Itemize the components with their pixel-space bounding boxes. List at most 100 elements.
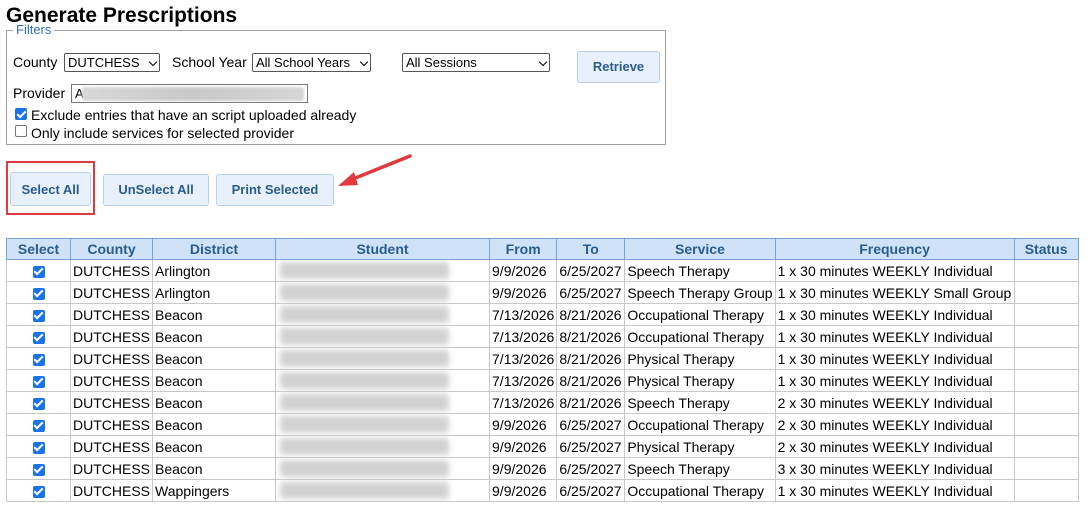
cell-frequency: 1 x 30 minutes WEEKLY Individual xyxy=(774,479,1015,502)
redacted-student-name xyxy=(280,460,450,477)
column-header-from: From xyxy=(489,238,558,260)
cell-service: Occupational Therapy xyxy=(624,479,776,502)
cell-district: Beacon xyxy=(152,413,277,436)
cell-frequency: 3 x 30 minutes WEEKLY Individual xyxy=(774,457,1015,480)
cell-to: 8/21/2026 xyxy=(556,347,626,370)
provider-field[interactable]: A xyxy=(71,84,308,103)
row-select-checkbox[interactable] xyxy=(32,485,45,498)
cell-county: DUTCHESS xyxy=(69,347,154,370)
column-header-student: Student xyxy=(275,238,491,260)
cell-district: Beacon xyxy=(152,435,277,458)
cell-from: 9/9/2026 xyxy=(489,413,558,436)
cell-district: Beacon xyxy=(152,391,277,414)
school-year-select-value: All School Years xyxy=(256,55,350,70)
cell-student xyxy=(275,259,491,282)
column-header-status: Status xyxy=(1013,238,1079,260)
row-select-checkbox[interactable] xyxy=(32,441,45,454)
row-select-checkbox[interactable] xyxy=(32,375,45,388)
cell-status xyxy=(1013,457,1079,480)
row-select-cell xyxy=(6,303,71,326)
cell-frequency: 1 x 30 minutes WEEKLY Individual xyxy=(774,325,1015,348)
column-header-to: To xyxy=(556,238,626,260)
cell-status xyxy=(1013,325,1079,348)
exclude-uploaded-checkbox[interactable] xyxy=(15,108,27,120)
cell-service: Physical Therapy xyxy=(624,347,776,370)
cell-to: 6/25/2027 xyxy=(556,457,626,480)
row-select-checkbox[interactable] xyxy=(32,353,45,366)
filters-panel: Filters County DUTCHESS School Year All … xyxy=(6,22,666,145)
cell-county: DUTCHESS xyxy=(69,457,154,480)
table-row: DUTCHESS Arlington 9/9/2026 6/25/2027 Speech… xyxy=(6,281,1079,304)
cell-from: 7/13/2026 xyxy=(489,369,558,392)
exclude-uploaded-label: Exclude entries that have an script uplo… xyxy=(31,107,357,123)
table-row: DUTCHESS Beacon 7/13/2026 8/21/2026 Speech T… xyxy=(6,391,1079,414)
cell-status xyxy=(1013,281,1079,304)
cell-county: DUTCHESS xyxy=(69,435,154,458)
cell-student xyxy=(275,479,491,502)
only-provider-label: Only include services for selected provi… xyxy=(31,125,295,141)
row-select-checkbox[interactable] xyxy=(32,419,45,432)
arrow-annotation-icon xyxy=(338,154,412,186)
row-select-cell xyxy=(6,281,71,304)
row-select-checkbox[interactable] xyxy=(32,265,45,278)
redacted-student-name xyxy=(280,328,450,345)
row-select-checkbox[interactable] xyxy=(32,463,45,476)
cell-frequency: 2 x 30 minutes WEEKLY Individual xyxy=(774,391,1015,414)
table-row: DUTCHESS Beacon 9/9/2026 6/25/2027 Speech Th… xyxy=(6,457,1079,480)
redacted-student-name xyxy=(280,394,450,411)
cell-status xyxy=(1013,391,1079,414)
cell-district: Arlington xyxy=(152,281,277,304)
cell-county: DUTCHESS xyxy=(69,303,154,326)
redacted-student-name xyxy=(280,372,450,389)
redacted-student-name xyxy=(280,350,450,367)
row-select-cell xyxy=(6,435,71,458)
cell-county: DUTCHESS xyxy=(69,413,154,436)
cell-district: Wappingers xyxy=(152,479,277,502)
cell-frequency: 1 x 30 minutes WEEKLY Small Group xyxy=(774,281,1015,304)
cell-district: Beacon xyxy=(152,325,277,348)
cell-service: Occupational Therapy xyxy=(624,303,776,326)
only-provider-checkbox[interactable] xyxy=(15,125,27,137)
row-select-cell xyxy=(6,325,71,348)
table-row: DUTCHESS Beacon 7/13/2026 8/21/2026 Physical… xyxy=(6,347,1079,370)
row-select-checkbox[interactable] xyxy=(32,397,45,410)
cell-to: 8/21/2026 xyxy=(556,369,626,392)
table-row: DUTCHESS Beacon 7/13/2026 8/21/2026 Occupati… xyxy=(6,303,1079,326)
row-select-checkbox[interactable] xyxy=(32,309,45,322)
cell-service: Speech Therapy xyxy=(624,391,776,414)
cell-county: DUTCHESS xyxy=(69,325,154,348)
cell-frequency: 1 x 30 minutes WEEKLY Individual xyxy=(774,369,1015,392)
sessions-select[interactable]: All Sessions xyxy=(402,53,550,72)
chevron-down-icon xyxy=(148,57,158,67)
cell-county: DUTCHESS xyxy=(69,259,154,282)
redacted-student-name xyxy=(280,284,450,301)
cell-frequency: 1 x 30 minutes WEEKLY Individual xyxy=(774,259,1015,282)
print-selected-button[interactable]: Print Selected xyxy=(216,174,334,206)
cell-from: 9/9/2026 xyxy=(489,457,558,480)
cell-frequency: 1 x 30 minutes WEEKLY Individual xyxy=(774,303,1015,326)
cell-to: 8/21/2026 xyxy=(556,391,626,414)
retrieve-button[interactable]: Retrieve xyxy=(577,51,660,83)
county-select[interactable]: DUTCHESS xyxy=(64,53,160,72)
cell-service: Occupational Therapy xyxy=(624,325,776,348)
table-row: DUTCHESS Beacon 7/13/2026 8/21/2026 Occupati… xyxy=(6,325,1079,348)
cell-from: 7/13/2026 xyxy=(489,391,558,414)
cell-student xyxy=(275,435,491,458)
cell-to: 8/21/2026 xyxy=(556,325,626,348)
cell-district: Beacon xyxy=(152,457,277,480)
unselect-all-button[interactable]: UnSelect All xyxy=(103,174,209,206)
row-select-checkbox[interactable] xyxy=(32,287,45,300)
table-row: DUTCHESS Arlington 9/9/2026 6/25/2027 Speech… xyxy=(6,259,1079,282)
cell-from: 7/13/2026 xyxy=(489,347,558,370)
row-select-checkbox[interactable] xyxy=(32,331,45,344)
row-select-cell xyxy=(6,369,71,392)
column-header-service: Service xyxy=(624,238,776,260)
cell-frequency: 1 x 30 minutes WEEKLY Individual xyxy=(774,347,1015,370)
row-select-cell xyxy=(6,413,71,436)
county-select-value: DUTCHESS xyxy=(68,55,140,70)
school-year-select[interactable]: All School Years xyxy=(252,53,371,72)
table-row: DUTCHESS Beacon 9/9/2026 6/25/2027 Physical … xyxy=(6,435,1079,458)
cell-county: DUTCHESS xyxy=(69,281,154,304)
redacted-student-name xyxy=(280,262,450,279)
county-label: County xyxy=(13,54,58,70)
